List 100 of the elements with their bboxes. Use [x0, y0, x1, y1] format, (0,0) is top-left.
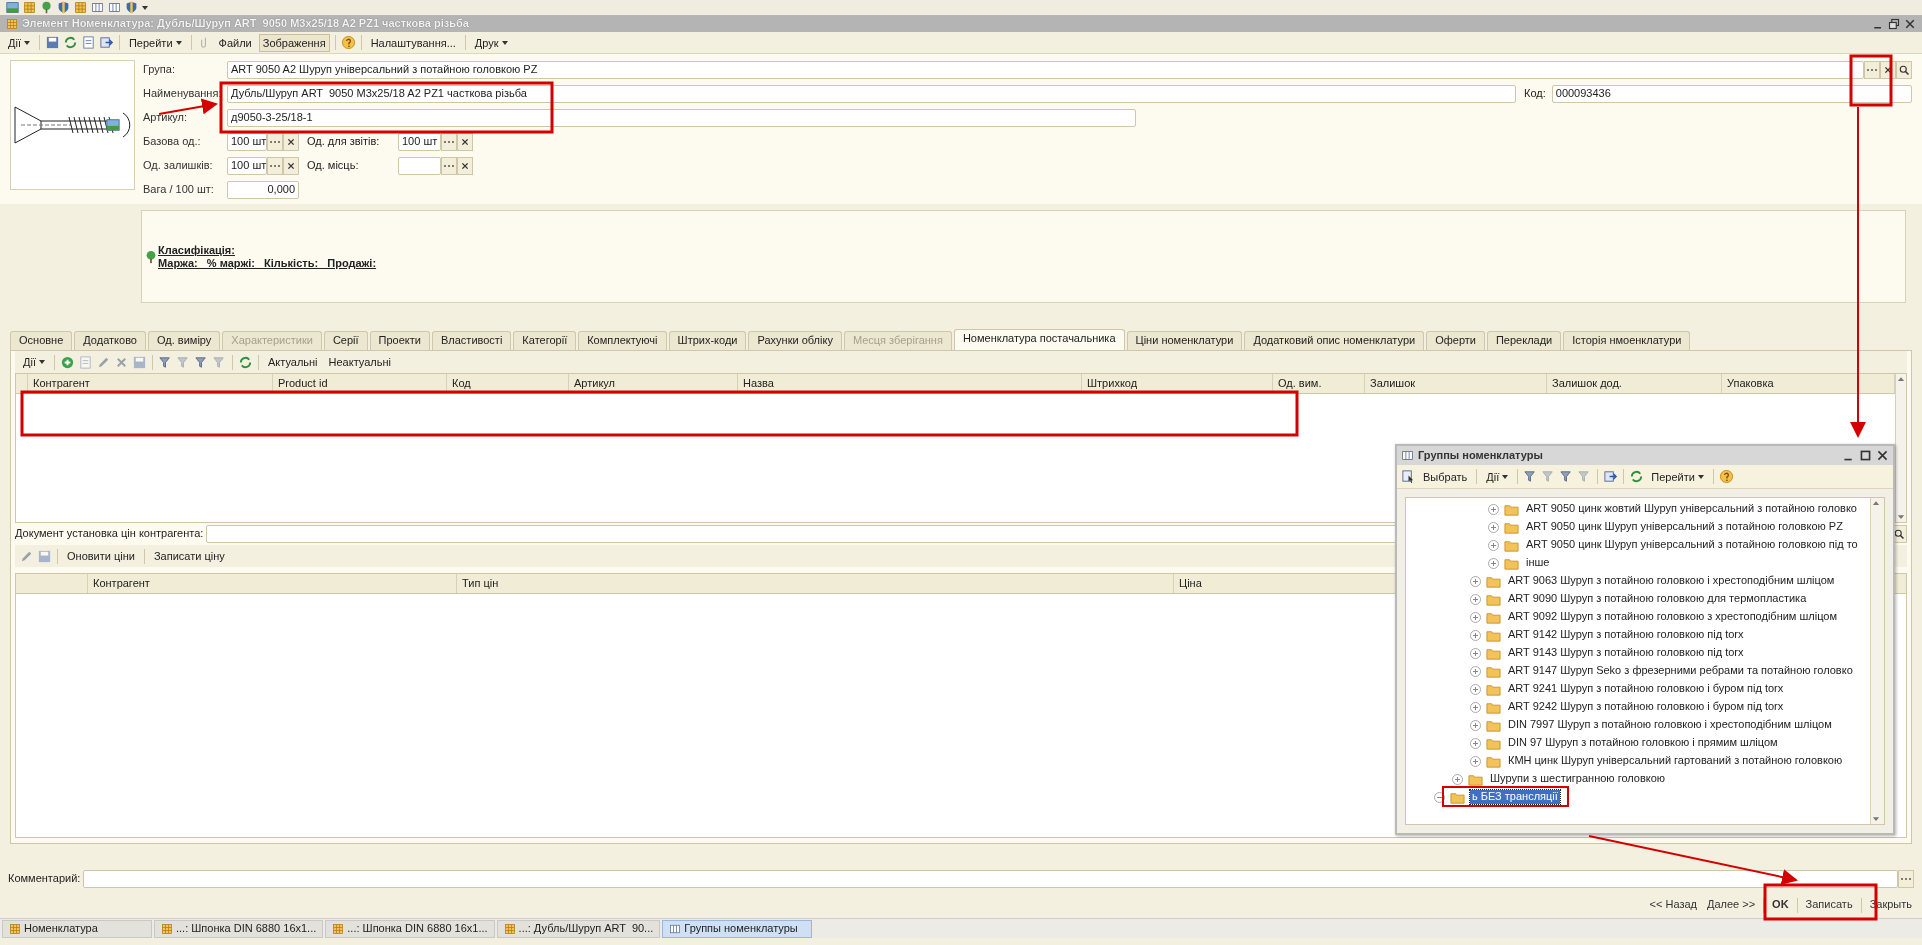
tab[interactable]: Історія нмоенклатури: [1563, 331, 1691, 350]
menu-button[interactable]: Друк: [470, 33, 512, 52]
dialog-button[interactable]: Далее >>: [1703, 897, 1760, 913]
expand-icon[interactable]: [1488, 503, 1499, 515]
toolbar-button[interactable]: Налаштування...: [366, 33, 460, 52]
toolbar-button[interactable]: Выбрать: [1419, 467, 1472, 486]
dialog-button[interactable]: Записать: [1801, 897, 1857, 913]
select-button[interactable]: [441, 157, 457, 175]
tab[interactable]: Властивості: [431, 331, 512, 350]
column-header[interactable]: Артикул: [569, 374, 738, 393]
classification-link[interactable]: Класифікація:: [158, 243, 377, 257]
arrow-icon[interactable]: [1603, 469, 1619, 484]
filter-icon[interactable]: [157, 354, 173, 370]
toolbar-button[interactable]: Оновити ціни: [63, 547, 139, 565]
grid-icon[interactable]: [74, 1, 87, 14]
collapse-icon[interactable]: [1434, 791, 1445, 803]
table-icon[interactable]: [91, 1, 104, 14]
refresh-icon[interactable]: [62, 35, 78, 50]
tab[interactable]: Категорії: [513, 331, 577, 350]
help-icon[interactable]: [1718, 469, 1734, 484]
tree-item[interactable]: ART 9241 Шуруп з потайною головкою і буром під torx: [1506, 682, 1786, 696]
tab[interactable]: Номенклатура постачальника: [953, 329, 1125, 350]
taskbar-item[interactable]: ...: Шпонка DIN 6880 16x1...: [154, 919, 324, 938]
expand-icon[interactable]: [1488, 557, 1499, 569]
toolbar-button[interactable]: Записати ціну: [149, 547, 229, 565]
arrow-icon[interactable]: [98, 35, 114, 50]
scrollbar[interactable]: [1870, 498, 1884, 824]
expand-icon[interactable]: [1452, 773, 1463, 785]
column-header[interactable]: Залишок дод.: [1547, 374, 1722, 393]
help-icon[interactable]: [340, 35, 356, 50]
tree-item[interactable]: ART 9242 Шуруп з потайною головкою і буром під torx: [1506, 700, 1786, 714]
taskbar-item[interactable]: Номенклатура: [2, 919, 152, 938]
shield-icon[interactable]: [125, 1, 138, 14]
tree-item[interactable]: ART 9050 цинк Шуруп універсальний з потайною головкою під то: [1524, 538, 1860, 552]
select-button[interactable]: [1898, 870, 1914, 888]
tree-item[interactable]: DIN 7997 Шуруп з потайною головкою і хрестоподібним шліцом: [1506, 718, 1834, 732]
close-icon[interactable]: [1876, 449, 1889, 462]
expand-icon[interactable]: [1470, 611, 1481, 623]
menu-button[interactable]: Перейти: [124, 33, 186, 52]
tree-item[interactable]: ART 9050 цинк Шуруп універсальний з потайною головкою PZ: [1524, 520, 1845, 534]
toolbar-button[interactable]: Зображення: [258, 33, 330, 52]
tab[interactable]: Оферти: [1426, 331, 1485, 350]
input-field[interactable]: [398, 157, 441, 175]
filter-icon[interactable]: [175, 354, 191, 370]
column-header[interactable]: Залишок: [1365, 374, 1547, 393]
toolbar-button[interactable]: Файли: [214, 33, 256, 52]
filter-icon[interactable]: [193, 354, 209, 370]
expand-icon[interactable]: [1488, 539, 1499, 551]
menu-button[interactable]: Дії: [19, 353, 49, 371]
add-icon[interactable]: [59, 354, 75, 370]
input-field[interactable]: 0,000: [227, 181, 299, 199]
tree-item[interactable]: ART 9050 цинк жовтий Шуруп універсальний з потайною головко: [1524, 502, 1859, 516]
maximize-icon[interactable]: [1859, 449, 1872, 462]
toolbar-button[interactable]: Неактуальні: [324, 353, 395, 371]
input-field[interactable]: Дубль/Шуруп ART 9050 M3x25/18 A2 PZ1 часткова різьба: [227, 85, 1516, 103]
input-field[interactable]: 000093436: [1551, 85, 1912, 103]
expand-icon[interactable]: [1470, 647, 1481, 659]
tab[interactable]: Проекти: [369, 331, 430, 350]
column-header[interactable]: Штрихкод: [1082, 374, 1273, 393]
tree-item[interactable]: Шурупи з шестигранною головкою: [1488, 772, 1668, 786]
clear-button[interactable]: [457, 157, 473, 175]
toolbar-button[interactable]: Актуальні: [263, 353, 322, 371]
restore-icon[interactable]: [1888, 17, 1900, 30]
shield-icon[interactable]: [57, 1, 70, 14]
tab[interactable]: Основне: [10, 331, 73, 350]
taskbar-item[interactable]: ...: Дубль/Шуруп ART 90...: [496, 919, 661, 938]
column-header[interactable]: Код: [447, 374, 569, 393]
tab[interactable]: Штрих-коди: [668, 331, 747, 350]
refresh-icon[interactable]: [237, 354, 253, 370]
expand-icon[interactable]: [1470, 701, 1481, 713]
tab[interactable]: Комплектуючі: [578, 331, 667, 350]
expand-icon[interactable]: [1470, 575, 1481, 587]
expand-icon[interactable]: [1488, 521, 1499, 533]
column-header[interactable]: Тип цін: [457, 574, 1174, 593]
tree-item[interactable]: ART 9143 Шуруп з потайною головкою під torx: [1506, 646, 1746, 660]
close-icon[interactable]: [1904, 17, 1916, 30]
search-button[interactable]: [1896, 61, 1912, 79]
column-header[interactable]: Контрагент: [28, 374, 273, 393]
picture-icon[interactable]: [106, 118, 120, 132]
column-header[interactable]: Назва: [738, 374, 1082, 393]
tab[interactable]: Рахунки обліку: [748, 331, 842, 350]
tree-item[interactable]: інше: [1524, 556, 1552, 570]
tree-item[interactable]: КМН цинк Шуруп універсальний гартований з потайною головкою: [1506, 754, 1845, 768]
table-icon[interactable]: [108, 1, 121, 14]
taskbar-item[interactable]: ...: Шпонка DIN 6880 16x1...: [325, 919, 495, 938]
input-field[interactable]: [83, 870, 1898, 888]
taskbar-item[interactable]: Группы номенклатуры: [662, 919, 813, 938]
tab[interactable]: Ціни номенклатури: [1126, 331, 1243, 350]
tree-item[interactable]: ART 9142 Шуруп з потайною головкою під torx: [1506, 628, 1746, 642]
select-button[interactable]: [1864, 61, 1880, 79]
picture-icon[interactable]: [6, 1, 19, 14]
column-header[interactable]: Од. вим.: [1273, 374, 1365, 393]
expand-icon[interactable]: [1470, 593, 1481, 605]
expand-icon[interactable]: [1470, 683, 1481, 695]
tree-item[interactable]: DIN 97 Шуруп з потайною головкою і прямим шліцом: [1506, 736, 1780, 750]
tree-item[interactable]: ART 9090 Шуруп з потайною головкою для термопластика: [1506, 592, 1809, 606]
menu-button[interactable]: Дії: [1482, 467, 1513, 486]
input-field[interactable]: ART 9050 A2 Шуруп універсальний з потайною головкою PZ: [227, 61, 1864, 79]
clear-button[interactable]: [283, 157, 299, 175]
scrollbar[interactable]: [1895, 374, 1906, 522]
